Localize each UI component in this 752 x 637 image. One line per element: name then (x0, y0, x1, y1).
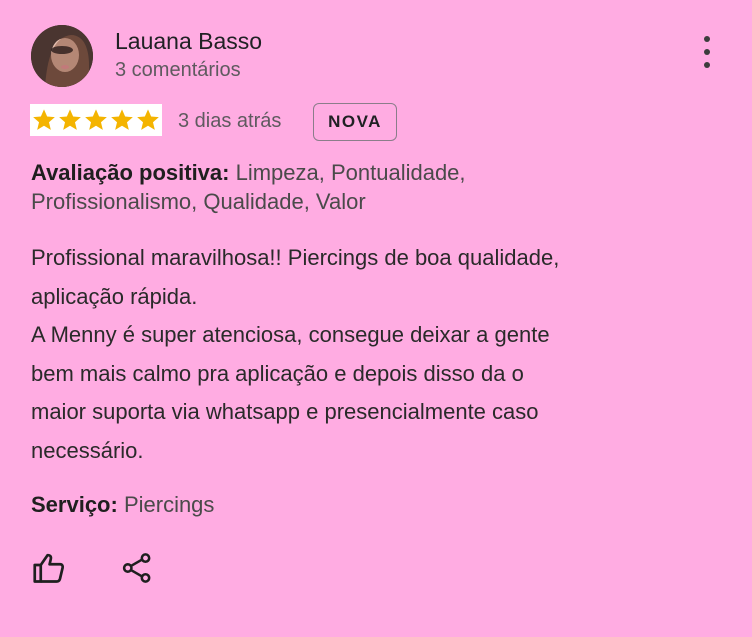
more-vert-icon (704, 36, 710, 42)
service-value: Piercings (117, 492, 215, 517)
review-date: 3 dias atrás (178, 110, 282, 132)
more-vert-icon-dot (704, 49, 710, 55)
more-vert-icon-dot (704, 62, 710, 68)
star-icon (111, 109, 133, 130)
share-button[interactable] (120, 551, 154, 585)
positive-label: Avaliação positiva: (31, 160, 230, 185)
positive-values-line2: Profissionalismo, Qualidade, Valor (31, 189, 366, 214)
share-icon (122, 553, 151, 583)
comment-count: 3 comentários (115, 59, 241, 81)
service-label: Serviço: (31, 492, 118, 517)
like-button[interactable] (31, 550, 67, 586)
service-info: Serviço: Piercings (31, 490, 214, 520)
review-text: Profissional maravilhosa!! Piercings de … (31, 245, 560, 463)
author-name[interactable]: Lauana Basso (115, 28, 262, 55)
new-badge: NOVA (313, 103, 397, 141)
more-options-button[interactable] (694, 36, 720, 68)
star-icon (59, 109, 81, 130)
star-rating (30, 104, 162, 136)
avatar-photo (31, 25, 93, 87)
positive-values-line1: Limpeza, Pontualidade, (229, 160, 466, 185)
star-icon (33, 109, 55, 130)
star-icon (137, 109, 159, 130)
author-avatar[interactable] (31, 25, 93, 87)
thumbs-up-icon (33, 553, 65, 583)
positive-review-attributes: Avaliação positiva: Limpeza, Pontualidad… (31, 158, 721, 216)
star-icon (85, 109, 107, 130)
